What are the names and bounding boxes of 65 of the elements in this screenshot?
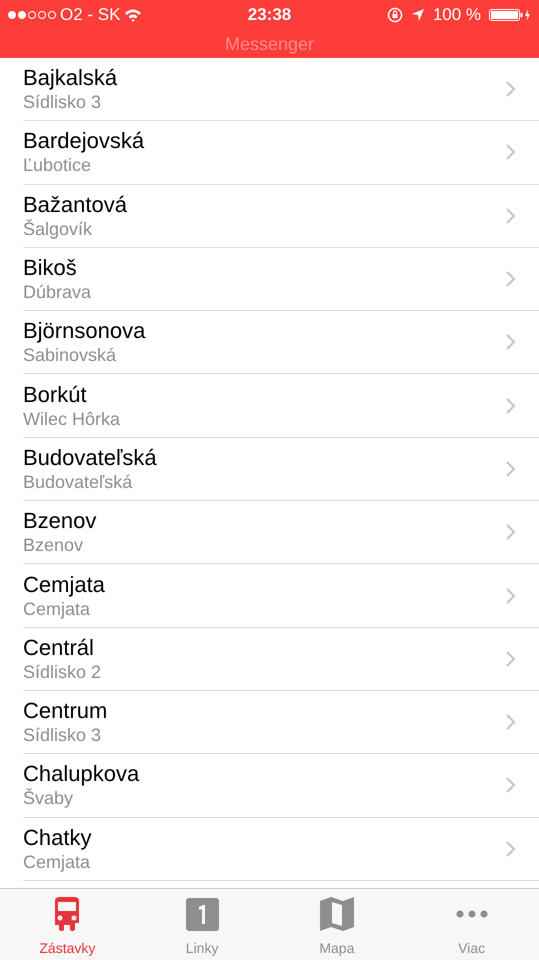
number-one-icon (186, 898, 219, 930)
stop-row[interactable]: Björnsonova Sabinovská (0, 311, 539, 374)
stop-area: Ľubotice (23, 154, 505, 176)
chevron-icon (505, 713, 517, 732)
chevron-icon (505, 523, 517, 542)
stop-area: Cemjata (23, 598, 505, 620)
stop-area: Wilec Hôrka (23, 408, 505, 430)
more-icon (456, 910, 488, 918)
stop-row[interactable]: Borkút Wilec Hôrka (0, 374, 539, 438)
stop-name: Bažantová (23, 192, 128, 218)
stop-name: Cemjata (23, 572, 106, 598)
stop-area: Šalgovík (23, 218, 505, 240)
chevron-icon (505, 650, 517, 668)
battery-charging-icon (489, 8, 532, 22)
stop-area: Sídlisko 3 (23, 724, 505, 746)
stop-row[interactable]: Budovateľská Budovateľská (0, 438, 539, 502)
tab[interactable]: Zástavky (0, 889, 135, 960)
stop-name: Centrál (23, 634, 95, 661)
chevron-icon (505, 270, 517, 288)
stop-row[interactable]: Centrum Sídlisko 3 (0, 690, 539, 754)
stop-name: Bzenov (23, 508, 98, 534)
stop-name: Bardejovská (23, 128, 146, 154)
stop-name: Centrum (23, 698, 108, 724)
stop-row[interactable]: Bikoš Dúbrava (0, 248, 539, 312)
chevron-icon (505, 396, 517, 415)
chevron-icon (505, 333, 517, 352)
chevron-icon (505, 840, 517, 858)
chevron-icon (505, 143, 517, 162)
clock-time: 23:38 (248, 4, 292, 26)
stop-name: Bikoš (23, 255, 78, 282)
stop-area: Švaby (23, 787, 505, 810)
stop-area: Budovateľská (23, 470, 505, 493)
chevron-icon (505, 586, 517, 605)
stop-area: Sabinovská (23, 344, 505, 366)
chevron-icon (505, 460, 517, 478)
carrier-name: O2 - SK (60, 4, 120, 26)
stop-row[interactable]: Cemjata Cemjata (0, 564, 539, 628)
chevron-icon (505, 80, 517, 98)
stop-name: Chalupkova (23, 761, 140, 788)
stop-row[interactable]: Chatky Cemjata (0, 818, 539, 881)
wifi-icon (124, 8, 142, 22)
chevron-icon (505, 206, 517, 225)
stop-row[interactable]: Bardejovská Ľubotice (0, 121, 539, 185)
stop-area: Dúbrava (23, 281, 505, 304)
stop-area: Sídlisko 2 (23, 660, 505, 683)
map-icon (320, 897, 354, 931)
stop-row[interactable]: Bajkalská Sídlisko 3 (0, 58, 539, 122)
stop-row[interactable]: Chalupkova Švaby (0, 754, 539, 818)
screen-title: Messenger (224, 32, 314, 56)
location-arrow-icon (410, 8, 425, 22)
stop-name: Borkút (23, 382, 88, 408)
stop-area: Cemjata (23, 850, 505, 873)
stop-name: Budovateľská (23, 444, 158, 471)
stop-row[interactable]: Bzenov Bzenov (0, 501, 539, 564)
stop-area: Sídlisko 3 (23, 91, 505, 114)
signal-icon (8, 11, 56, 19)
stop-name: Björnsonova (23, 318, 146, 344)
chevron-icon (505, 776, 517, 794)
stop-row[interactable]: Bažantová Šalgovík (0, 184, 539, 248)
stop-name: Chatky (23, 824, 92, 851)
battery-percentage: 100 % (432, 4, 482, 26)
stop-name: Bajkalská (23, 65, 118, 92)
stop-area: Bzenov (23, 534, 505, 556)
rotation-lock-icon (386, 7, 403, 23)
stop-row[interactable]: Centrál Sídlisko 2 (0, 628, 539, 691)
